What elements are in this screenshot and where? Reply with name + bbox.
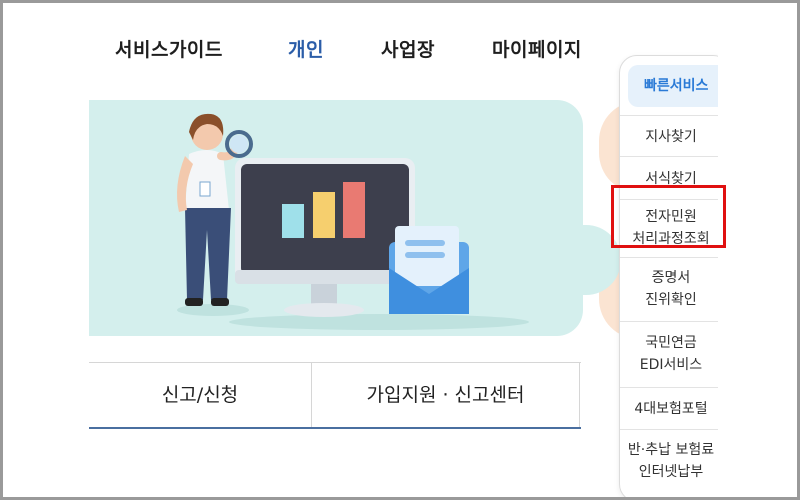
page-frame: 서비스가이드 개인 사업장 마이페이지 신고/신청 가입지원 · 신고센터 빠른…	[0, 0, 800, 500]
monitor-icon	[235, 158, 415, 317]
highlight-box	[611, 185, 726, 248]
tab-report-apply[interactable]: 신고/신청	[89, 363, 312, 427]
nav-business[interactable]: 사업장	[381, 35, 435, 62]
hero-illustration	[177, 113, 529, 330]
nav-personal[interactable]: 개인	[288, 35, 324, 62]
hero-banner	[89, 100, 583, 336]
quick-item-label: EDI서비스	[639, 357, 703, 373]
service-tabs: 신고/신청 가입지원 · 신고센터	[89, 362, 581, 429]
quick-item-label: 진위확인	[645, 292, 697, 308]
quick-item-insurance-portal[interactable]: 4대보험포털	[620, 387, 730, 429]
mail-icon	[389, 226, 469, 314]
quick-item-label: 반·추납 보험료	[627, 442, 715, 458]
quick-item-branch-search[interactable]: 지사찾기	[620, 115, 730, 156]
quick-service-panel: 빠른서비스 지사찾기 서식찾기 전자민원 처리과정조회 증명서 진위확인 국민연…	[619, 55, 731, 497]
viewport-clip	[718, 43, 797, 497]
quick-item-label: 인터넷납부	[638, 464, 704, 480]
quick-item-pension-edi[interactable]: 국민연금 EDI서비스	[620, 321, 730, 387]
quick-item-label: 국민연금	[645, 335, 697, 351]
nav-service-guide[interactable]: 서비스가이드	[115, 35, 223, 62]
nav-mypage[interactable]: 마이페이지	[492, 35, 582, 62]
quick-item-label: 지사찾기	[645, 129, 697, 145]
quick-item-premium-payment[interactable]: 반·추납 보험료 인터넷납부	[620, 429, 730, 497]
quick-item-certificate-verify[interactable]: 증명서 진위확인	[620, 257, 730, 321]
quick-service-title: 빠른서비스	[628, 65, 730, 107]
tab-join-support-center[interactable]: 가입지원 · 신고센터	[312, 363, 580, 427]
quick-item-label: 4대보험포털	[634, 401, 708, 417]
quick-item-label: 증명서	[651, 270, 691, 286]
